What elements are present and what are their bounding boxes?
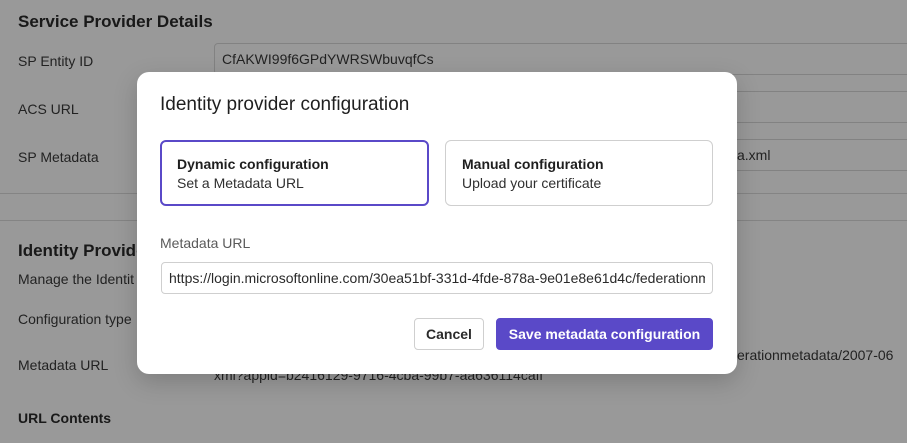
metadata-url-label: Metadata URL bbox=[160, 235, 251, 251]
dynamic-configuration-option[interactable]: Dynamic configuration Set a Metadata URL bbox=[160, 140, 429, 206]
save-metadata-configuration-button[interactable]: Save metadata configuration bbox=[496, 318, 713, 350]
option-subtitle: Upload your certificate bbox=[462, 175, 602, 191]
cancel-button[interactable]: Cancel bbox=[414, 318, 484, 350]
metadata-url-input[interactable] bbox=[161, 262, 713, 294]
modal-title: Identity provider configuration bbox=[160, 94, 410, 115]
idp-config-modal: Identity provider configuration Dynamic … bbox=[137, 72, 737, 374]
option-title: Manual configuration bbox=[462, 156, 604, 172]
manual-configuration-option[interactable]: Manual configuration Upload your certifi… bbox=[445, 140, 713, 206]
option-subtitle: Set a Metadata URL bbox=[177, 175, 304, 191]
option-title: Dynamic configuration bbox=[177, 156, 329, 172]
